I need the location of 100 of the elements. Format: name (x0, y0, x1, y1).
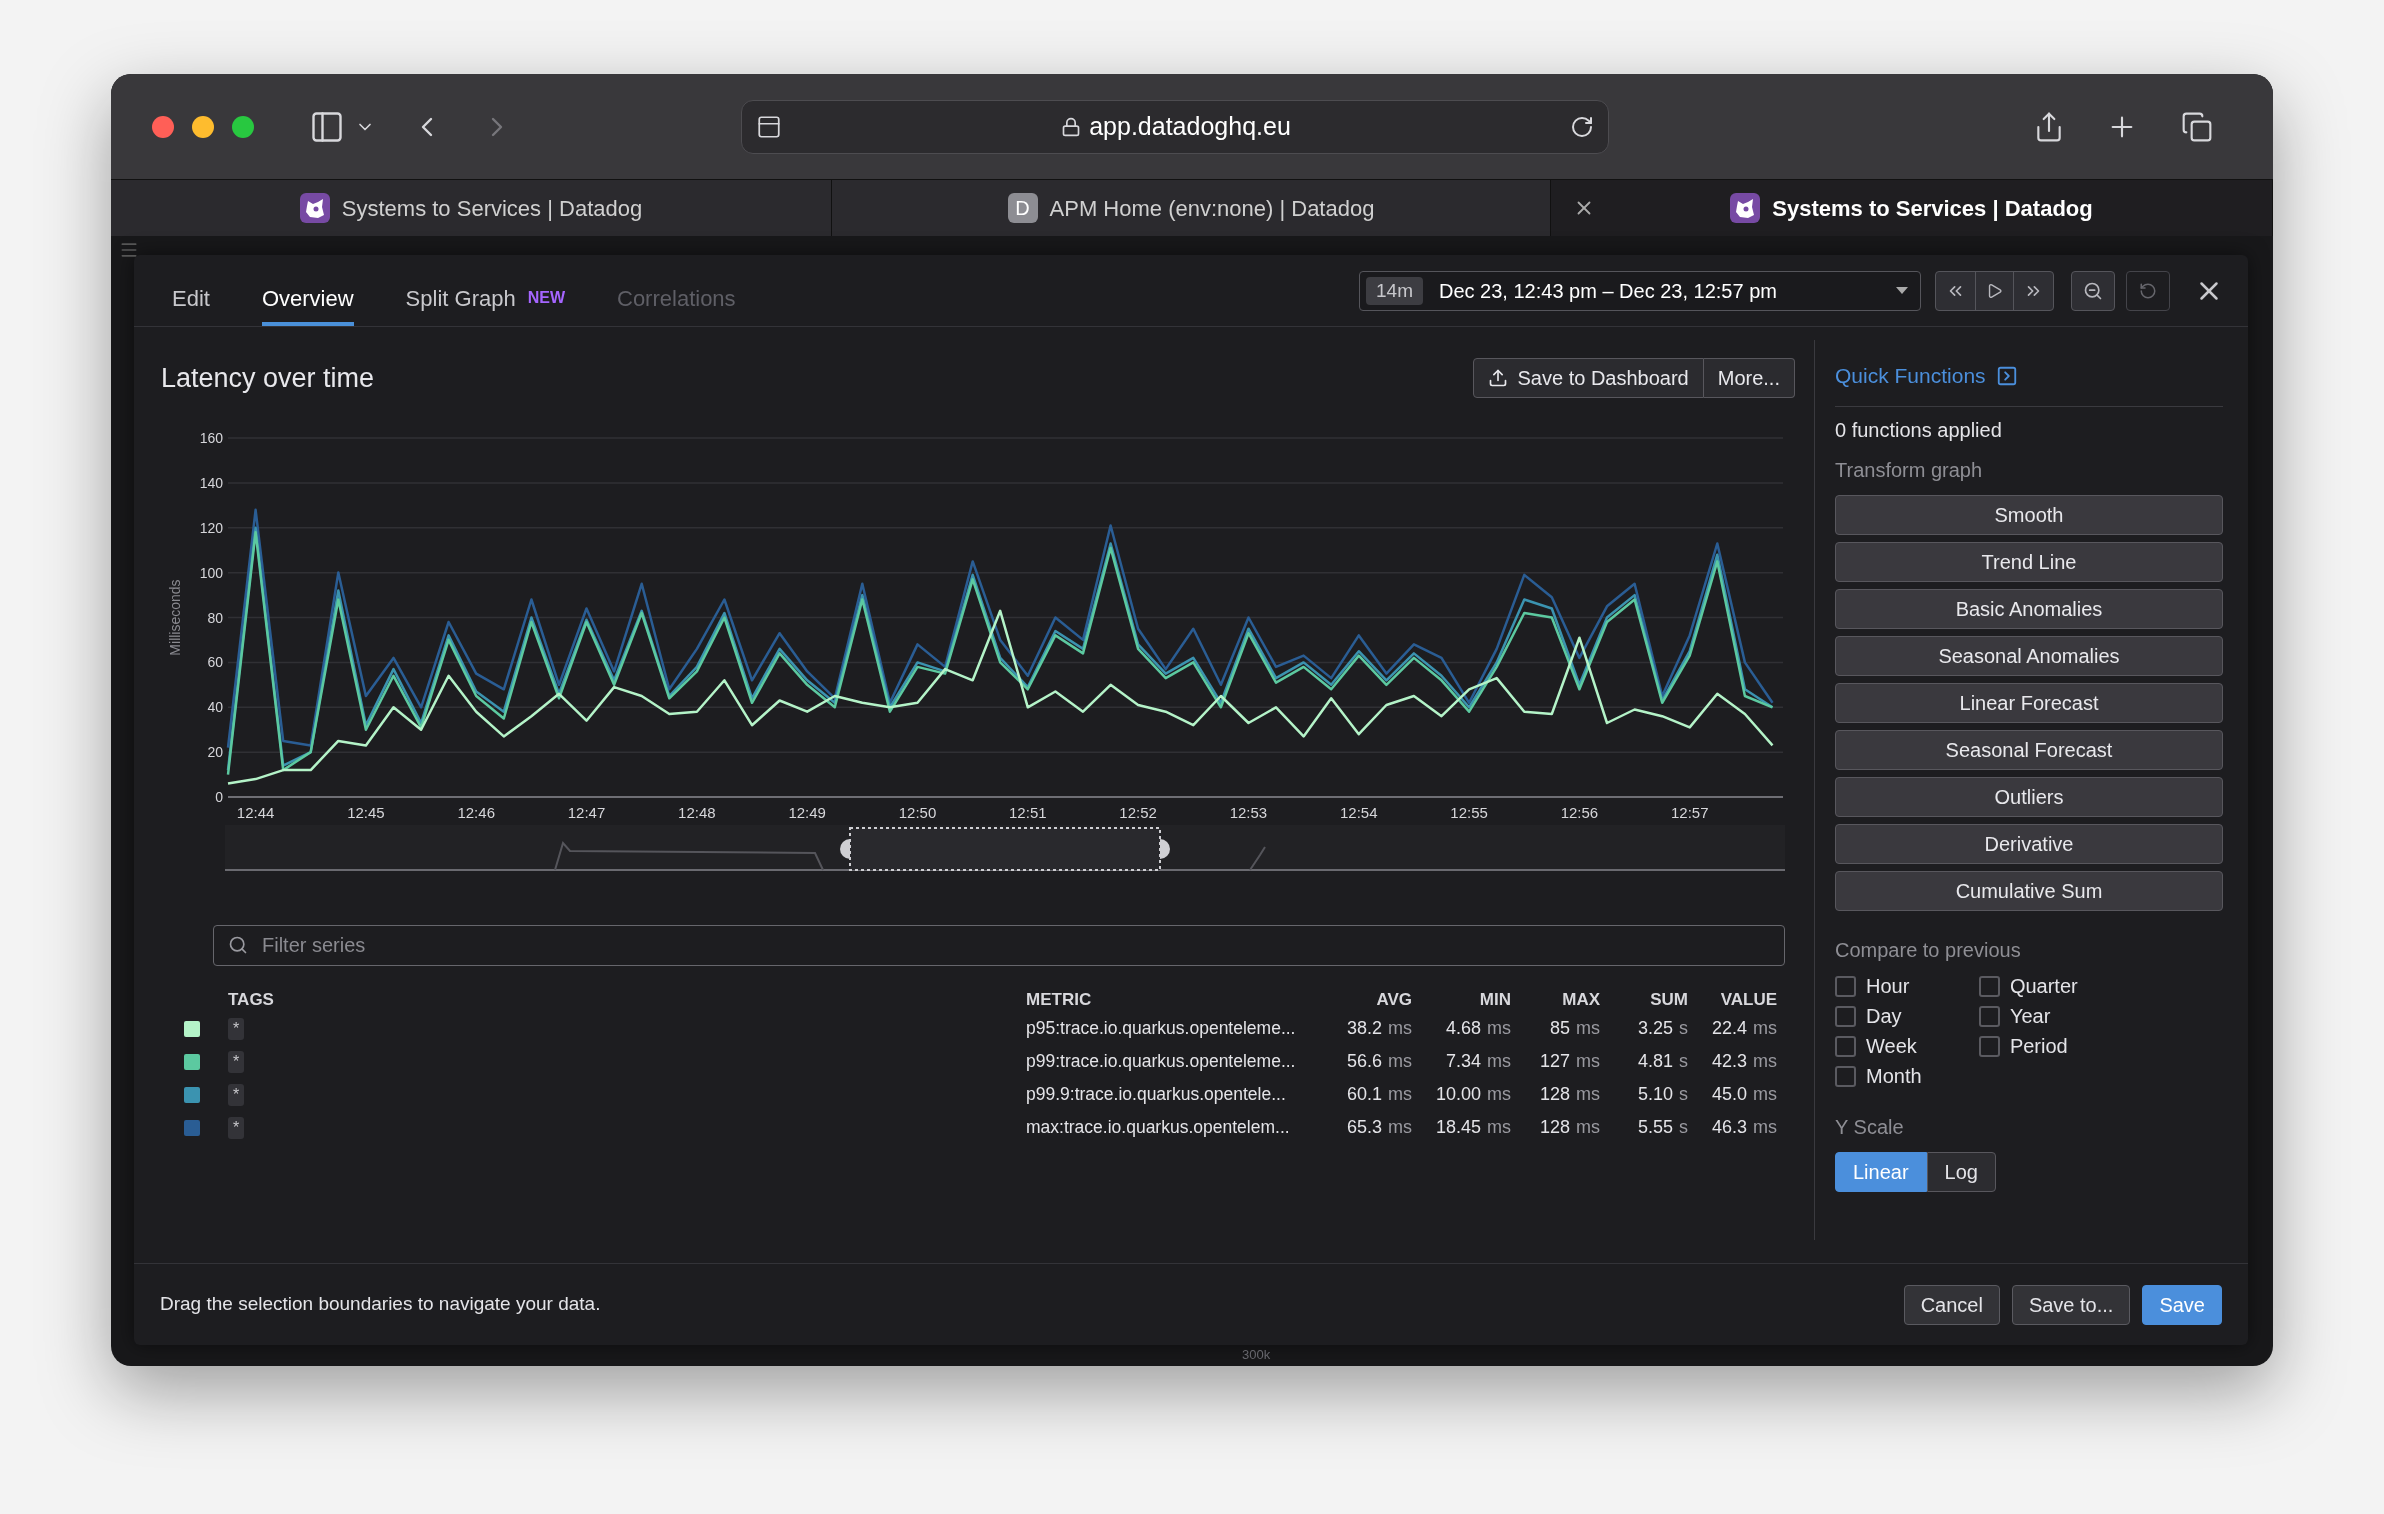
stat-unit: s (1679, 1116, 1688, 1139)
footer-button[interactable]: Cancel (1903, 1284, 2000, 1325)
axis-title: Milliseconds (167, 579, 183, 656)
quick-functions-link[interactable]: Quick Functions (1835, 360, 1986, 392)
stat-value: 7.34 (1445, 1050, 1481, 1073)
browser-tab[interactable]: Systems to Services | Datadog (111, 180, 832, 236)
axis-label: 12:52 (1119, 804, 1157, 821)
zoom-out-icon[interactable] (2071, 270, 2115, 311)
stat-unit: ms (1487, 1017, 1511, 1040)
page-icon (756, 113, 782, 140)
column-header: AVG (1376, 989, 1412, 1012)
checkbox[interactable] (1978, 975, 2000, 997)
stat-unit: ms (1487, 1083, 1511, 1106)
stat-unit: ms (1753, 1017, 1777, 1040)
checkbox-label: Month (1866, 1064, 1922, 1089)
axis-label: 300k (1242, 1346, 1272, 1364)
axis-label: 12:55 (1450, 804, 1488, 821)
metric-name: p95:trace.io.quarkus.openteleme... (1026, 1017, 1297, 1041)
panel-toggle-icon[interactable] (1995, 364, 2018, 387)
site-icon: D (1007, 193, 1038, 223)
checkbox-label: Day (1866, 1004, 1902, 1029)
axis-label: 12:44 (236, 804, 275, 821)
action-button[interactable]: More... (1703, 358, 1795, 398)
filter-field[interactable]: Filter series (213, 925, 1785, 966)
axis-label: 12:54 (1340, 804, 1378, 821)
duration-badge: 14m (1366, 276, 1423, 305)
minimize-window-button[interactable] (192, 115, 214, 138)
stat-value: 42.3 (1711, 1050, 1747, 1073)
metric-name: max:trace.io.quarkus.opentelem... (1026, 1116, 1291, 1140)
tag-chip: * (228, 1018, 245, 1040)
checkbox-label: Week (1866, 1034, 1917, 1059)
timeframe-selector[interactable]: 14m Dec 23, 12:43 pm – Dec 23, 12:57 pm (1359, 270, 1921, 311)
function-button[interactable]: Cumulative Sum (1835, 870, 2223, 911)
tabs-overview-icon[interactable] (2181, 110, 2213, 143)
column-header: METRIC (1026, 989, 1093, 1012)
stat-value: 10.00 (1435, 1083, 1481, 1106)
stat-value: 18.45 (1435, 1116, 1481, 1139)
editor-tab[interactable]: Split Graph NEW (405, 274, 565, 326)
editor-tab[interactable]: Edit (172, 274, 210, 326)
function-button[interactable]: Smooth (1835, 494, 2223, 535)
stat-unit: s (1679, 1050, 1688, 1073)
caret-icon (1896, 287, 1908, 294)
axis-label: 12:51 (1009, 804, 1047, 821)
browser-tab[interactable]: D APM Home (env:none) | Datadog (832, 180, 1551, 236)
axis-label: 140 (199, 474, 223, 491)
action-button[interactable]: Save to Dashboard (1472, 358, 1704, 398)
stat-unit: s (1679, 1017, 1688, 1040)
stat-unit: ms (1487, 1050, 1511, 1073)
checkbox[interactable] (1978, 1035, 2000, 1057)
stat-unit: ms (1753, 1050, 1777, 1073)
stat-value: 4.81 (1637, 1050, 1673, 1073)
stat-value: 128 (1539, 1083, 1570, 1106)
section-label: Y Scale (1835, 1114, 1905, 1140)
function-button[interactable]: Basic Anomalies (1835, 588, 2223, 629)
stat-unit: ms (1388, 1116, 1412, 1139)
stat-value: 127 (1539, 1050, 1570, 1073)
section-label: Compare to previous (1835, 937, 2022, 963)
address-bar[interactable]: app.datadoghq.eu (741, 99, 1609, 154)
address-text: app.datadoghq.eu (1089, 110, 1291, 142)
axis-label: 120 (199, 519, 223, 536)
reset-icon[interactable] (2126, 270, 2170, 311)
checkbox[interactable] (1835, 975, 1856, 997)
stat-value: 4.68 (1445, 1017, 1481, 1040)
stat-value: 46.3 (1711, 1116, 1747, 1139)
stat-unit: ms (1487, 1116, 1511, 1139)
footer-button[interactable]: Save to... (2011, 1284, 2131, 1325)
tag-chip: * (228, 1051, 245, 1073)
scale-toggle[interactable]: Log (1926, 1151, 1996, 1192)
tag-chip: * (228, 1117, 245, 1139)
axis-label: 12:47 (567, 804, 606, 821)
zoom-window-button[interactable] (232, 115, 254, 138)
function-button[interactable]: Seasonal Forecast (1835, 729, 2223, 770)
checkbox[interactable] (1978, 1005, 2000, 1027)
column-header: VALUE (1720, 989, 1777, 1012)
checkbox[interactable] (1835, 1005, 1856, 1027)
stat-unit: ms (1388, 1083, 1412, 1106)
axis-label: 12:53 (1229, 804, 1268, 821)
function-button[interactable]: Derivative (1835, 823, 2223, 864)
close-window-button[interactable] (152, 115, 174, 138)
axis-label: 12:45 (347, 804, 385, 821)
tab-title: Systems to Services | Datadog (1772, 194, 2093, 223)
stat-value: 22.4 (1711, 1017, 1747, 1040)
stat-unit: ms (1576, 1116, 1600, 1139)
function-button[interactable]: Seasonal Anomalies (1835, 635, 2223, 676)
range-selector[interactable] (225, 825, 1785, 873)
function-button[interactable]: Outliers (1835, 776, 2223, 817)
editor-tab[interactable]: Overview (261, 274, 354, 326)
stat-unit: ms (1576, 1050, 1600, 1073)
column-header: MAX (1562, 989, 1600, 1012)
play-icon[interactable] (1975, 271, 2014, 310)
browser-tab[interactable]: Systems to Services | Datadog (1551, 180, 2273, 236)
checkbox[interactable] (1835, 1035, 1856, 1057)
function-button[interactable]: Trend Line (1835, 541, 2223, 582)
axis-label: 12:49 (788, 804, 826, 821)
stat-value: 85 (1549, 1017, 1570, 1040)
menu-icon[interactable] (119, 240, 139, 260)
function-button[interactable]: Linear Forecast (1835, 682, 2223, 723)
stat-value: 5.55 (1637, 1116, 1673, 1139)
checkbox[interactable] (1835, 1065, 1856, 1087)
reload-icon[interactable] (1570, 114, 1594, 139)
